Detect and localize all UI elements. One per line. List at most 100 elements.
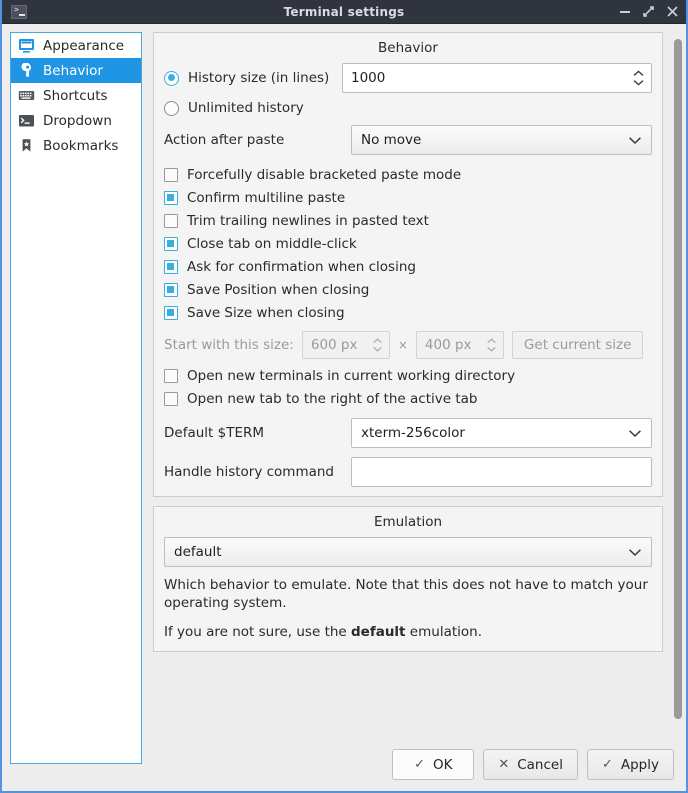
checkbox-trim-newlines[interactable]: Trim trailing newlines in pasted text (164, 213, 652, 229)
dialog-footer: ✓ OK ✕ Cancel ✓ Apply (2, 738, 686, 791)
minimize-icon[interactable] (618, 5, 631, 19)
scrollbar-track[interactable] (670, 32, 686, 738)
checkbox-label: Forcefully disable bracketed paste mode (187, 167, 461, 183)
sidebar-item-label: Dropdown (43, 113, 112, 129)
restore-icon[interactable] (642, 5, 655, 19)
cross-icon: ✕ (498, 757, 509, 772)
sidebar-item-label: Appearance (43, 38, 124, 54)
checkbox-save-size[interactable]: Save Size when closing (164, 305, 652, 321)
size-separator: × (398, 338, 408, 352)
emulation-group: Emulation default Which behavior to emul… (153, 506, 663, 652)
checkbox-indicator (164, 214, 178, 228)
chevron-down-icon (628, 136, 642, 145)
scrollbar-thumb[interactable] (674, 39, 682, 719)
bookmark-icon (18, 138, 35, 153)
settings-category-list[interactable]: Appearance Behavior (10, 32, 142, 764)
monitor-icon (18, 38, 35, 53)
action-after-paste-row: Action after paste No move (164, 125, 652, 155)
checkbox-close-tab-middle-click[interactable]: Close tab on middle-click (164, 236, 652, 252)
ok-button[interactable]: ✓ OK (392, 749, 474, 780)
keyboard-icon (18, 88, 35, 103)
checkbox-label: Confirm multiline paste (187, 190, 345, 206)
radio-indicator (164, 101, 179, 116)
checkbox-confirm-multiline-paste[interactable]: Confirm multiline paste (164, 190, 652, 206)
history-size-row: History size (in lines) 1000 (164, 63, 652, 93)
checkbox-indicator (164, 191, 178, 205)
sidebar-item-bookmarks[interactable]: Bookmarks (11, 133, 141, 158)
behavior-settings-panel: Behavior History size (in lines) 1000 (153, 32, 666, 738)
unlimited-history-row: Unlimited history (164, 100, 652, 116)
emulation-select[interactable]: default (164, 537, 652, 567)
unlimited-history-label: Unlimited history (188, 100, 304, 116)
behavior-group: Behavior History size (in lines) 1000 (153, 32, 663, 497)
checkbox-indicator (164, 392, 178, 406)
sidebar-item-label: Bookmarks (43, 138, 118, 154)
cancel-button[interactable]: ✕ Cancel (483, 749, 578, 780)
emulation-description-1: Which behavior to emulate. Note that thi… (164, 576, 652, 612)
history-size-value: 1000 (351, 70, 625, 86)
checkbox-indicator (164, 306, 178, 320)
sidebar-item-label: Behavior (43, 63, 103, 79)
behavior-checkbox-list-2: Open new terminals in current working di… (164, 368, 652, 407)
action-after-paste-value: No move (361, 132, 421, 148)
checkbox-label: Close tab on middle-click (187, 236, 357, 252)
history-size-spinbox[interactable]: 1000 (342, 63, 652, 93)
emulation-group-title: Emulation (164, 514, 652, 530)
spinner-arrows (481, 332, 503, 358)
history-size-label: History size (in lines) (188, 70, 329, 86)
handle-history-input[interactable] (351, 457, 652, 487)
start-size-label: Start with this size: (164, 337, 294, 353)
checkbox-indicator (164, 168, 178, 182)
spinner-arrows[interactable] (625, 64, 651, 92)
settings-content-area: Behavior History size (in lines) 1000 (142, 32, 686, 738)
title-bar[interactable]: Terminal settings (2, 0, 686, 24)
checkbox-indicator (164, 369, 178, 383)
spinner-arrows (367, 332, 389, 358)
start-width-value: 600 px (311, 337, 367, 353)
sidebar-item-appearance[interactable]: Appearance (11, 33, 141, 58)
settings-window: Terminal settings (0, 0, 688, 793)
action-after-paste-select[interactable]: No move (351, 125, 652, 155)
handle-history-label: Handle history command (164, 464, 351, 480)
default-term-row: Default $TERM xterm-256color (164, 418, 652, 448)
checkbox-ask-confirmation-closing[interactable]: Ask for confirmation when closing (164, 259, 652, 275)
checkbox-save-position[interactable]: Save Position when closing (164, 282, 652, 298)
cancel-button-label: Cancel (517, 757, 563, 773)
emulation-select-row: default (164, 537, 652, 567)
ok-button-label: OK (433, 757, 452, 773)
checkbox-label: Trim trailing newlines in pasted text (187, 213, 429, 229)
checkbox-label: Ask for confirmation when closing (187, 259, 416, 275)
checkbox-label: Open new terminals in current working di… (187, 368, 515, 384)
handle-history-row: Handle history command (164, 457, 652, 487)
behavior-group-title: Behavior (164, 40, 652, 56)
terminal-icon (18, 113, 35, 128)
apply-button-label: Apply (621, 757, 659, 773)
checkbox-indicator (164, 283, 178, 297)
unlimited-history-radio[interactable]: Unlimited history (164, 100, 304, 116)
default-term-value: xterm-256color (361, 425, 465, 441)
sidebar-item-dropdown[interactable]: Dropdown (11, 108, 141, 133)
checkbox-bracketed-paste[interactable]: Forcefully disable bracketed paste mode (164, 167, 652, 183)
chevron-down-icon (628, 548, 642, 557)
window-title: Terminal settings (2, 5, 686, 19)
default-term-select[interactable]: xterm-256color (351, 418, 652, 448)
checkbox-open-tab-right[interactable]: Open new tab to the right of the active … (164, 391, 652, 407)
behavior-checkbox-list: Forcefully disable bracketed paste mode … (164, 167, 652, 321)
checkbox-open-terminals-cwd[interactable]: Open new terminals in current working di… (164, 368, 652, 384)
sidebar-item-shortcuts[interactable]: Shortcuts (11, 83, 141, 108)
action-after-paste-label: Action after paste (164, 132, 351, 148)
checkbox-label: Open new tab to the right of the active … (187, 391, 477, 407)
sidebar-item-behavior[interactable]: Behavior (11, 58, 141, 83)
sidebar-item-label: Shortcuts (43, 88, 108, 104)
vertical-scrollbar[interactable] (670, 32, 686, 738)
dialog-body: Appearance Behavior (2, 24, 686, 738)
close-icon[interactable] (666, 5, 679, 19)
start-height-value: 400 px (425, 337, 481, 353)
apply-button[interactable]: ✓ Apply (587, 749, 674, 780)
history-size-radio[interactable]: History size (in lines) (164, 70, 342, 86)
wrench-icon (18, 63, 35, 78)
checkbox-indicator (164, 260, 178, 274)
chevron-down-icon (628, 429, 642, 438)
check-icon: ✓ (602, 757, 613, 772)
window-controls (618, 5, 679, 19)
